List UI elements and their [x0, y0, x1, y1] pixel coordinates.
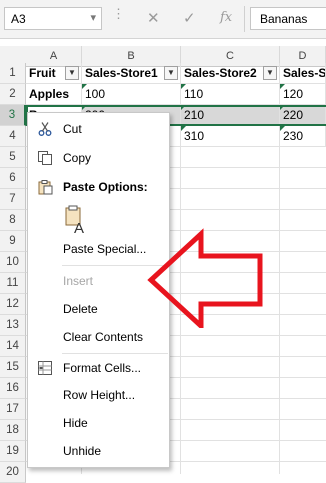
cell-c2-text: 110	[184, 87, 204, 101]
format-cells-icon	[37, 360, 53, 376]
number-as-text-indicator	[280, 105, 285, 110]
cell-b1-text: Sales-Store1	[85, 66, 158, 80]
row-header-14[interactable]: 14	[0, 336, 26, 357]
cell-d2-text: 120	[283, 87, 304, 101]
menu-item-hide-label: Hide	[63, 416, 88, 430]
menu-item-format-cells[interactable]: Format Cells...	[28, 356, 169, 380]
scissors-icon	[37, 121, 53, 137]
cell-d1-text: Sales-S	[283, 66, 326, 80]
filter-dropdown-icon[interactable]: ▼	[164, 66, 178, 80]
formula-bar: A3 ▾ ⋮ ✕ ✓ fx Bananas	[0, 0, 326, 39]
menu-section-paste-options: Paste Options:	[28, 175, 169, 199]
row-header-16[interactable]: 16	[0, 378, 26, 399]
insert-function-icon[interactable]: fx	[220, 10, 232, 25]
row-header-18[interactable]: 18	[0, 420, 26, 441]
row-header-7[interactable]: 7	[0, 189, 26, 210]
enter-icon[interactable]: ✓	[183, 9, 196, 27]
menu-item-copy-label: Copy	[63, 151, 92, 165]
cell-d3-text: 220	[283, 108, 304, 122]
row-header-20[interactable]: 20	[0, 462, 26, 483]
cell-d1[interactable]: Sales-S	[280, 63, 326, 84]
menu-item-clear-contents[interactable]: Clear Contents	[28, 325, 169, 349]
number-as-text-indicator	[82, 84, 87, 89]
row-header-10[interactable]: 10	[0, 252, 26, 273]
cell-c2[interactable]: 110	[181, 84, 280, 105]
cell-a2[interactable]: Apples	[26, 84, 82, 105]
cell-c3[interactable]: 210	[181, 105, 280, 126]
menu-item-row-height[interactable]: Row Height...	[28, 383, 169, 407]
row-header-19[interactable]: 19	[0, 441, 26, 462]
row-header-6[interactable]: 6	[0, 168, 26, 189]
cell-a1-text: Fruit	[29, 66, 56, 80]
svg-text:A: A	[74, 220, 84, 237]
more-options-icon[interactable]: ⋮	[112, 6, 125, 22]
menu-item-delete-label: Delete	[63, 302, 98, 316]
formula-separator	[244, 6, 245, 32]
paste-options-label: Paste Options:	[63, 180, 148, 194]
row-header-13[interactable]: 13	[0, 315, 26, 336]
cell-a1[interactable]: Fruit ▼	[26, 63, 82, 84]
cancel-icon[interactable]: ✕	[147, 9, 160, 27]
formula-input[interactable]: Bananas	[250, 7, 326, 30]
row-header-2[interactable]: 2	[0, 84, 26, 105]
row-header-12[interactable]: 12	[0, 294, 26, 315]
cell-b2[interactable]: 100	[82, 84, 181, 105]
cell-c1[interactable]: Sales-Store2 ▼	[181, 63, 280, 84]
row-header-9[interactable]: 9	[0, 231, 26, 252]
menu-item-insert-label: Insert	[63, 274, 94, 288]
menu-item-unhide[interactable]: Unhide	[28, 439, 169, 463]
cell-c3-text: 210	[184, 108, 205, 122]
menu-separator	[62, 353, 168, 354]
name-box[interactable]: A3 ▾	[4, 7, 102, 30]
cell-d2[interactable]: 120	[280, 84, 326, 105]
menu-item-unhide-label: Unhide	[63, 444, 102, 458]
cell-d3[interactable]: 220	[280, 105, 326, 126]
chevron-down-icon[interactable]: ▾	[90, 11, 96, 24]
cell-b1[interactable]: Sales-Store1 ▼	[82, 63, 181, 84]
paste-text-only-icon[interactable]: A	[61, 205, 91, 237]
cell-c1-text: Sales-Store2	[184, 66, 257, 80]
menu-item-copy[interactable]: Copy	[28, 146, 169, 170]
number-as-text-indicator	[181, 84, 186, 89]
menu-item-hide[interactable]: Hide	[28, 411, 169, 435]
menu-item-row-height-label: Row Height...	[63, 388, 136, 402]
name-box-value: A3	[11, 12, 26, 26]
clipboard-icon	[37, 179, 53, 195]
cell-b2-text: 100	[85, 87, 106, 101]
menu-item-format-cells-label: Format Cells...	[63, 361, 142, 375]
filter-dropdown-icon[interactable]: ▼	[65, 66, 79, 80]
row-header-3[interactable]: 3	[0, 105, 26, 126]
menu-item-cut[interactable]: Cut	[28, 117, 169, 141]
formula-value: Bananas	[260, 12, 308, 26]
row-header-4[interactable]: 4	[0, 126, 26, 147]
row-header-1[interactable]: 1	[0, 63, 26, 84]
row-header-17[interactable]: 17	[0, 399, 26, 420]
number-as-text-indicator	[82, 105, 87, 110]
menu-item-cut-label: Cut	[63, 122, 82, 136]
number-as-text-indicator	[181, 105, 186, 110]
row-header-11[interactable]: 11	[0, 273, 26, 294]
number-as-text-indicator	[280, 84, 285, 89]
annotation-arrow-icon	[147, 228, 263, 328]
menu-item-clear-contents-label: Clear Contents	[63, 330, 144, 344]
row-header-8[interactable]: 8	[0, 210, 26, 231]
filter-dropdown-icon[interactable]: ▼	[263, 66, 277, 80]
copy-icon	[37, 150, 53, 166]
row-header-15[interactable]: 15	[0, 357, 26, 378]
row-header-5[interactable]: 5	[0, 147, 26, 168]
menu-item-paste-special-label: Paste Special...	[63, 242, 147, 256]
